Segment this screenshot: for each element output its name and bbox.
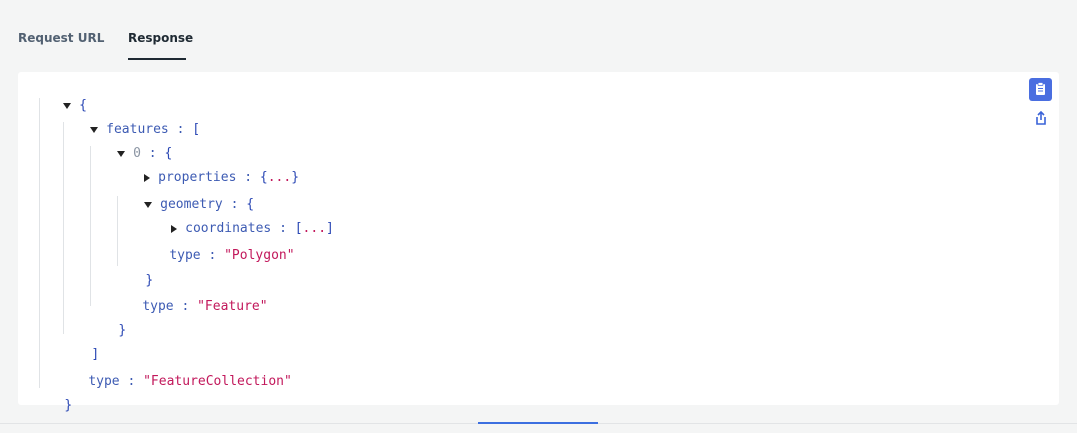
json-root-type-row: type : "FeatureCollection" bbox=[57, 355, 292, 389]
json-feature-type-row: type : "Feature" bbox=[111, 280, 267, 314]
json-value-string: "Polygon" bbox=[224, 248, 295, 263]
json-geometry-row: geometry : { bbox=[113, 178, 254, 212]
colon: : bbox=[127, 374, 136, 389]
json-value-string: "FeatureCollection" bbox=[143, 374, 292, 389]
close-brace: } bbox=[64, 398, 73, 413]
json-root-close: } bbox=[33, 379, 72, 413]
clipboard-icon bbox=[1036, 82, 1045, 95]
json-value-string: "Feature" bbox=[197, 299, 268, 314]
json-features-close: ] bbox=[60, 328, 99, 362]
collapsed-ellipsis[interactable]: ... bbox=[303, 221, 326, 236]
open-brace: { bbox=[259, 170, 268, 185]
copy-button[interactable] bbox=[1029, 78, 1052, 101]
collapsed-ellipsis[interactable]: ... bbox=[268, 170, 291, 185]
active-tab-indicator bbox=[128, 58, 186, 60]
close-brace: } bbox=[118, 323, 127, 338]
json-response-panel: { features : [ 0 : { properties : {...} … bbox=[18, 72, 1059, 413]
share-button[interactable] bbox=[1032, 109, 1050, 127]
json-index0-close: } bbox=[87, 304, 126, 338]
colon: : bbox=[176, 122, 185, 137]
json-key-type: type bbox=[169, 248, 201, 263]
tab-response[interactable]: Response bbox=[128, 28, 193, 48]
json-key-type: type bbox=[142, 299, 174, 314]
json-root-open: { bbox=[32, 79, 87, 113]
colon: : bbox=[208, 248, 217, 263]
json-key-type: type bbox=[88, 374, 120, 389]
json-geometry-type-row: type : "Polygon" bbox=[138, 229, 294, 263]
indent-guide bbox=[39, 98, 40, 388]
close-brace: } bbox=[291, 170, 300, 185]
json-features-row: features : [ bbox=[59, 103, 200, 137]
open-bracket: [ bbox=[192, 122, 201, 137]
tab-request-url[interactable]: Request URL bbox=[18, 28, 104, 48]
json-properties-row: properties : {...} bbox=[113, 151, 299, 185]
json-coordinates-row: coordinates : [...] bbox=[140, 202, 334, 236]
close-bracket: ] bbox=[326, 221, 334, 236]
open-bracket: [ bbox=[294, 221, 303, 236]
colon: : bbox=[181, 299, 190, 314]
json-geometry-close: } bbox=[114, 254, 153, 288]
share-icon bbox=[1036, 110, 1046, 125]
json-index0-row: 0 : { bbox=[86, 127, 172, 161]
